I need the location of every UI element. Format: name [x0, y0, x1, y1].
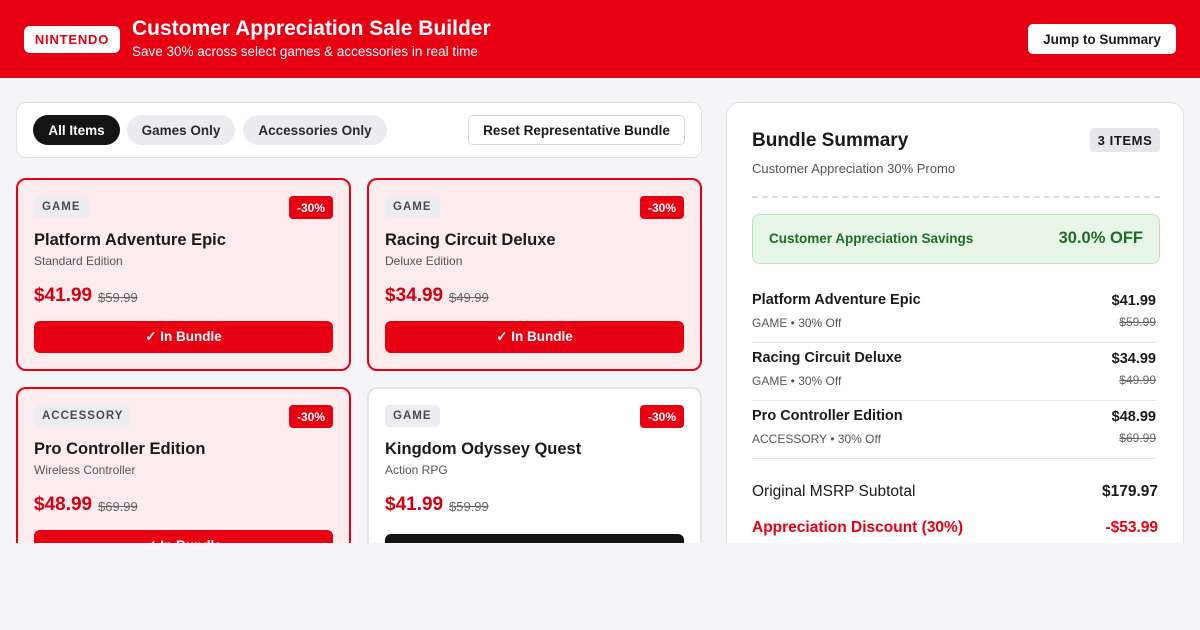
line-item-original-price: $59.99	[1119, 315, 1156, 329]
product-name: Kingdom Odyssey Quest	[385, 440, 582, 458]
filter-all-items[interactable]: All Items	[33, 115, 120, 145]
filter-accessories-only[interactable]: Accessories Only	[243, 115, 387, 145]
discount-label: Appreciation Discount (30%)	[752, 519, 963, 536]
jump-to-summary-button[interactable]: Jump to Summary	[1028, 24, 1176, 54]
app-header: NINTENDO Customer Appreciation Sale Buil…	[0, 0, 1200, 78]
filter-games-only[interactable]: Games Only	[127, 115, 235, 145]
original-price: $69.99	[98, 499, 138, 514]
filter-bar: All Items Games Only Accessories Only Re…	[16, 102, 702, 158]
sale-price: $41.99	[34, 285, 93, 306]
line-item-name: Platform Adventure Epic	[752, 292, 921, 308]
sale-price: $34.99	[385, 285, 444, 306]
in-bundle-button[interactable]: ✓ In Bundle	[34, 530, 333, 543]
original-price: $49.99	[449, 290, 489, 305]
in-bundle-button[interactable]: ✓ In Bundle	[385, 321, 684, 353]
line-item-original-price: $69.99	[1119, 431, 1156, 445]
product-edition: Deluxe Edition	[385, 254, 463, 268]
line-item-original-price: $49.99	[1119, 373, 1156, 387]
line-item-name: Racing Circuit Deluxe	[752, 350, 902, 366]
savings-banner: Customer Appreciation Savings 30.0% OFF	[752, 214, 1160, 264]
sale-price: $48.99	[34, 494, 93, 515]
line-item-price: $48.99	[1111, 409, 1156, 425]
discount-badge: -30%	[639, 196, 684, 219]
content-viewport: All Items Games Only Accessories Only Re…	[0, 78, 1200, 543]
reset-bundle-button[interactable]: Reset Representative Bundle	[468, 115, 685, 145]
product-card: ACCESSORY -30% Pro Controller Edition Wi…	[16, 387, 351, 543]
product-edition: Standard Edition	[34, 254, 123, 268]
category-tag: GAME	[34, 196, 89, 218]
line-item-meta: GAME • 30% Off	[752, 374, 842, 388]
product-name: Pro Controller Edition	[34, 440, 206, 458]
summary-line-item: Pro Controller Edition ACCESSORY • 30% O…	[752, 401, 1156, 459]
original-price: $59.99	[449, 499, 489, 514]
line-item-name: Pro Controller Edition	[752, 408, 903, 424]
line-item-meta: GAME • 30% Off	[752, 316, 842, 330]
product-edition: Action RPG	[385, 463, 448, 477]
line-item-price: $41.99	[1111, 293, 1156, 309]
page-title: Customer Appreciation Sale Builder	[132, 17, 491, 40]
summary-subtitle: Customer Appreciation 30% Promo	[752, 161, 956, 176]
original-price: $59.99	[98, 290, 138, 305]
product-card: GAME -30% Kingdom Odyssey Quest Action R…	[367, 387, 702, 543]
category-tag: ACCESSORY	[34, 405, 132, 427]
savings-value: 30.0% OFF	[1058, 229, 1143, 247]
sale-price: $41.99	[385, 494, 444, 515]
subtotal-value: $179.97	[1101, 483, 1158, 500]
product-edition: Wireless Controller	[34, 463, 136, 477]
category-tag: GAME	[385, 196, 440, 218]
product-name: Racing Circuit Deluxe	[385, 231, 556, 249]
page-subtitle: Save 30% across select games & accessori…	[132, 44, 478, 59]
product-card: GAME -30% Racing Circuit Deluxe Deluxe E…	[367, 178, 702, 371]
category-tag: GAME	[385, 405, 440, 427]
subtotal-label: Original MSRP Subtotal	[752, 483, 916, 500]
add-to-bundle-button[interactable]: Add to Bundle	[385, 534, 684, 543]
item-count-badge: 3 ITEMS	[1090, 128, 1160, 152]
bundle-summary-panel: Bundle Summary 3 ITEMS Customer Apprecia…	[726, 102, 1184, 543]
dashed-divider	[752, 196, 1160, 198]
line-item-price: $34.99	[1111, 351, 1156, 367]
product-name: Platform Adventure Epic	[34, 231, 226, 249]
discount-badge: -30%	[288, 196, 333, 219]
summary-title: Bundle Summary	[752, 130, 909, 151]
in-bundle-button[interactable]: ✓ In Bundle	[34, 321, 333, 353]
discount-badge: -30%	[639, 405, 684, 428]
summary-line-item: Racing Circuit Deluxe GAME • 30% Off $34…	[752, 343, 1156, 401]
line-item-meta: ACCESSORY • 30% Off	[752, 432, 881, 446]
summary-line-item: Platform Adventure Epic GAME • 30% Off $…	[752, 285, 1156, 343]
product-card: GAME -30% Platform Adventure Epic Standa…	[16, 178, 351, 371]
discount-badge: -30%	[288, 405, 333, 428]
savings-label: Customer Appreciation Savings	[769, 231, 974, 246]
discount-value: -$53.99	[1105, 519, 1158, 536]
nintendo-logo: NINTENDO	[24, 26, 120, 53]
